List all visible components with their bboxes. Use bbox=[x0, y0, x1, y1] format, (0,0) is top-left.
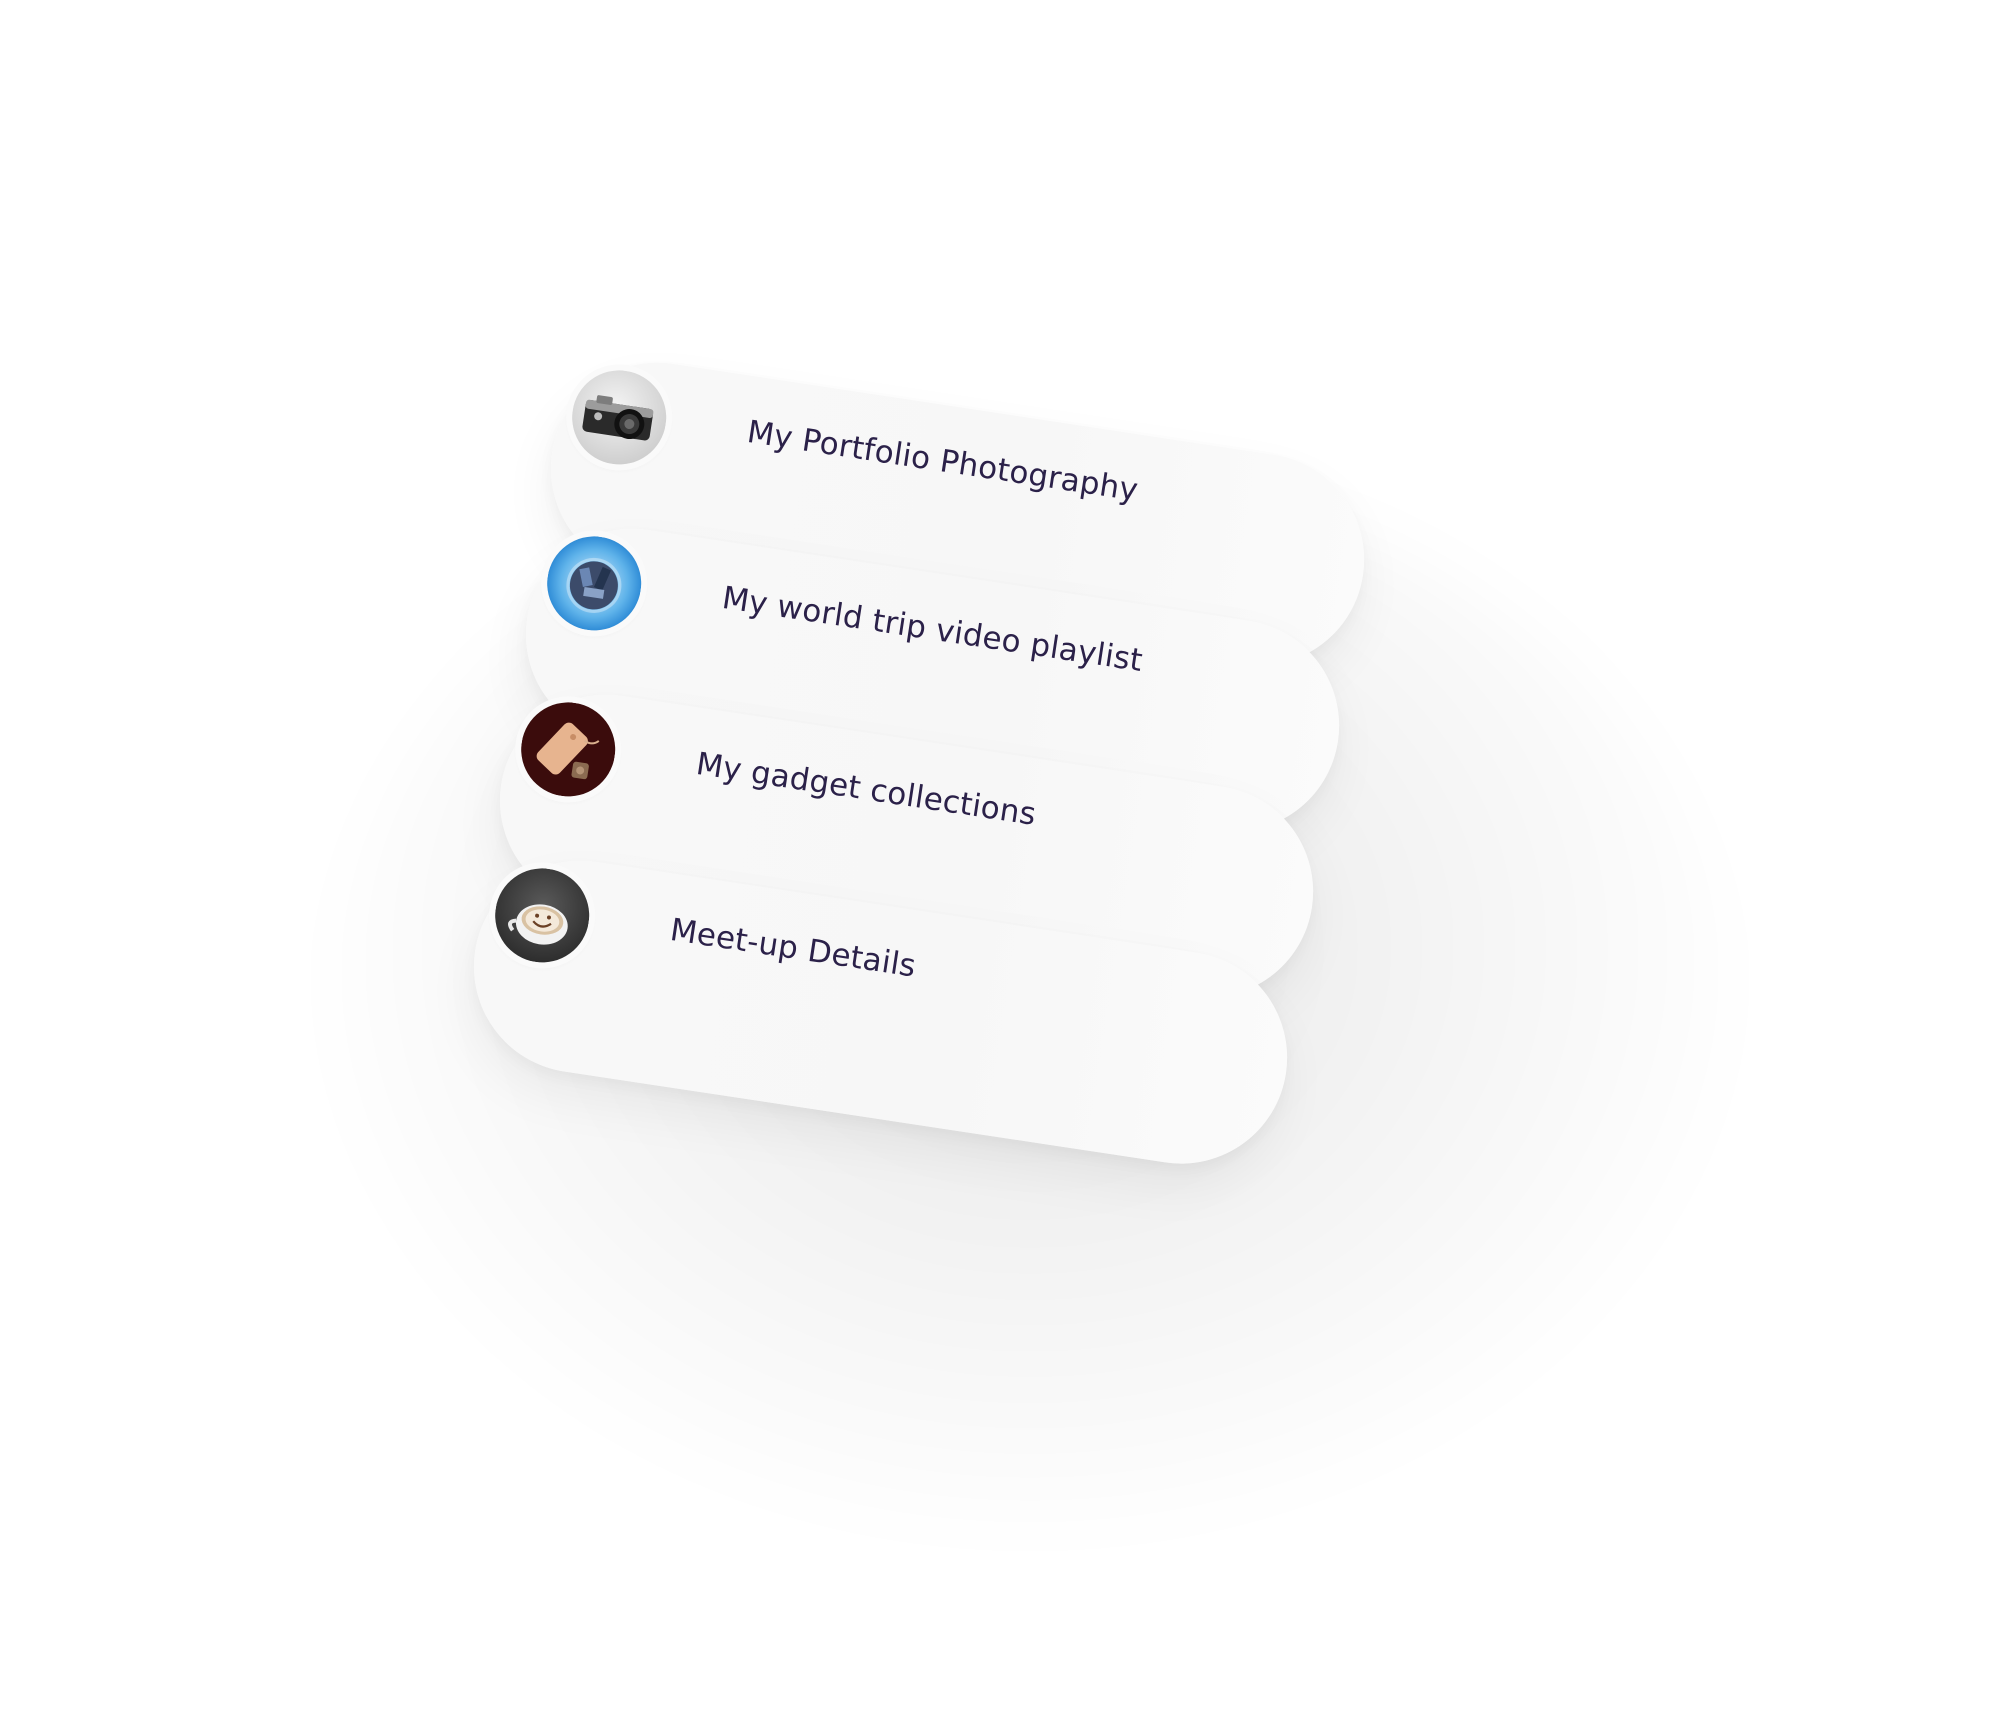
camera-icon bbox=[565, 363, 673, 471]
link-label: My world trip video playlist bbox=[719, 579, 1145, 680]
link-label: My gadget collections bbox=[693, 745, 1039, 833]
globe-icon bbox=[540, 529, 648, 637]
link-list: My Portfolio Photography My world trip v… bbox=[0, 0, 1994, 1733]
phone-icon bbox=[514, 695, 622, 803]
coffee-cup-icon bbox=[488, 861, 596, 969]
link-label: My Portfolio Photography bbox=[744, 413, 1141, 509]
link-label: Meet-up Details bbox=[667, 911, 919, 985]
link-list-stage: My Portfolio Photography My world trip v… bbox=[0, 0, 1994, 1733]
